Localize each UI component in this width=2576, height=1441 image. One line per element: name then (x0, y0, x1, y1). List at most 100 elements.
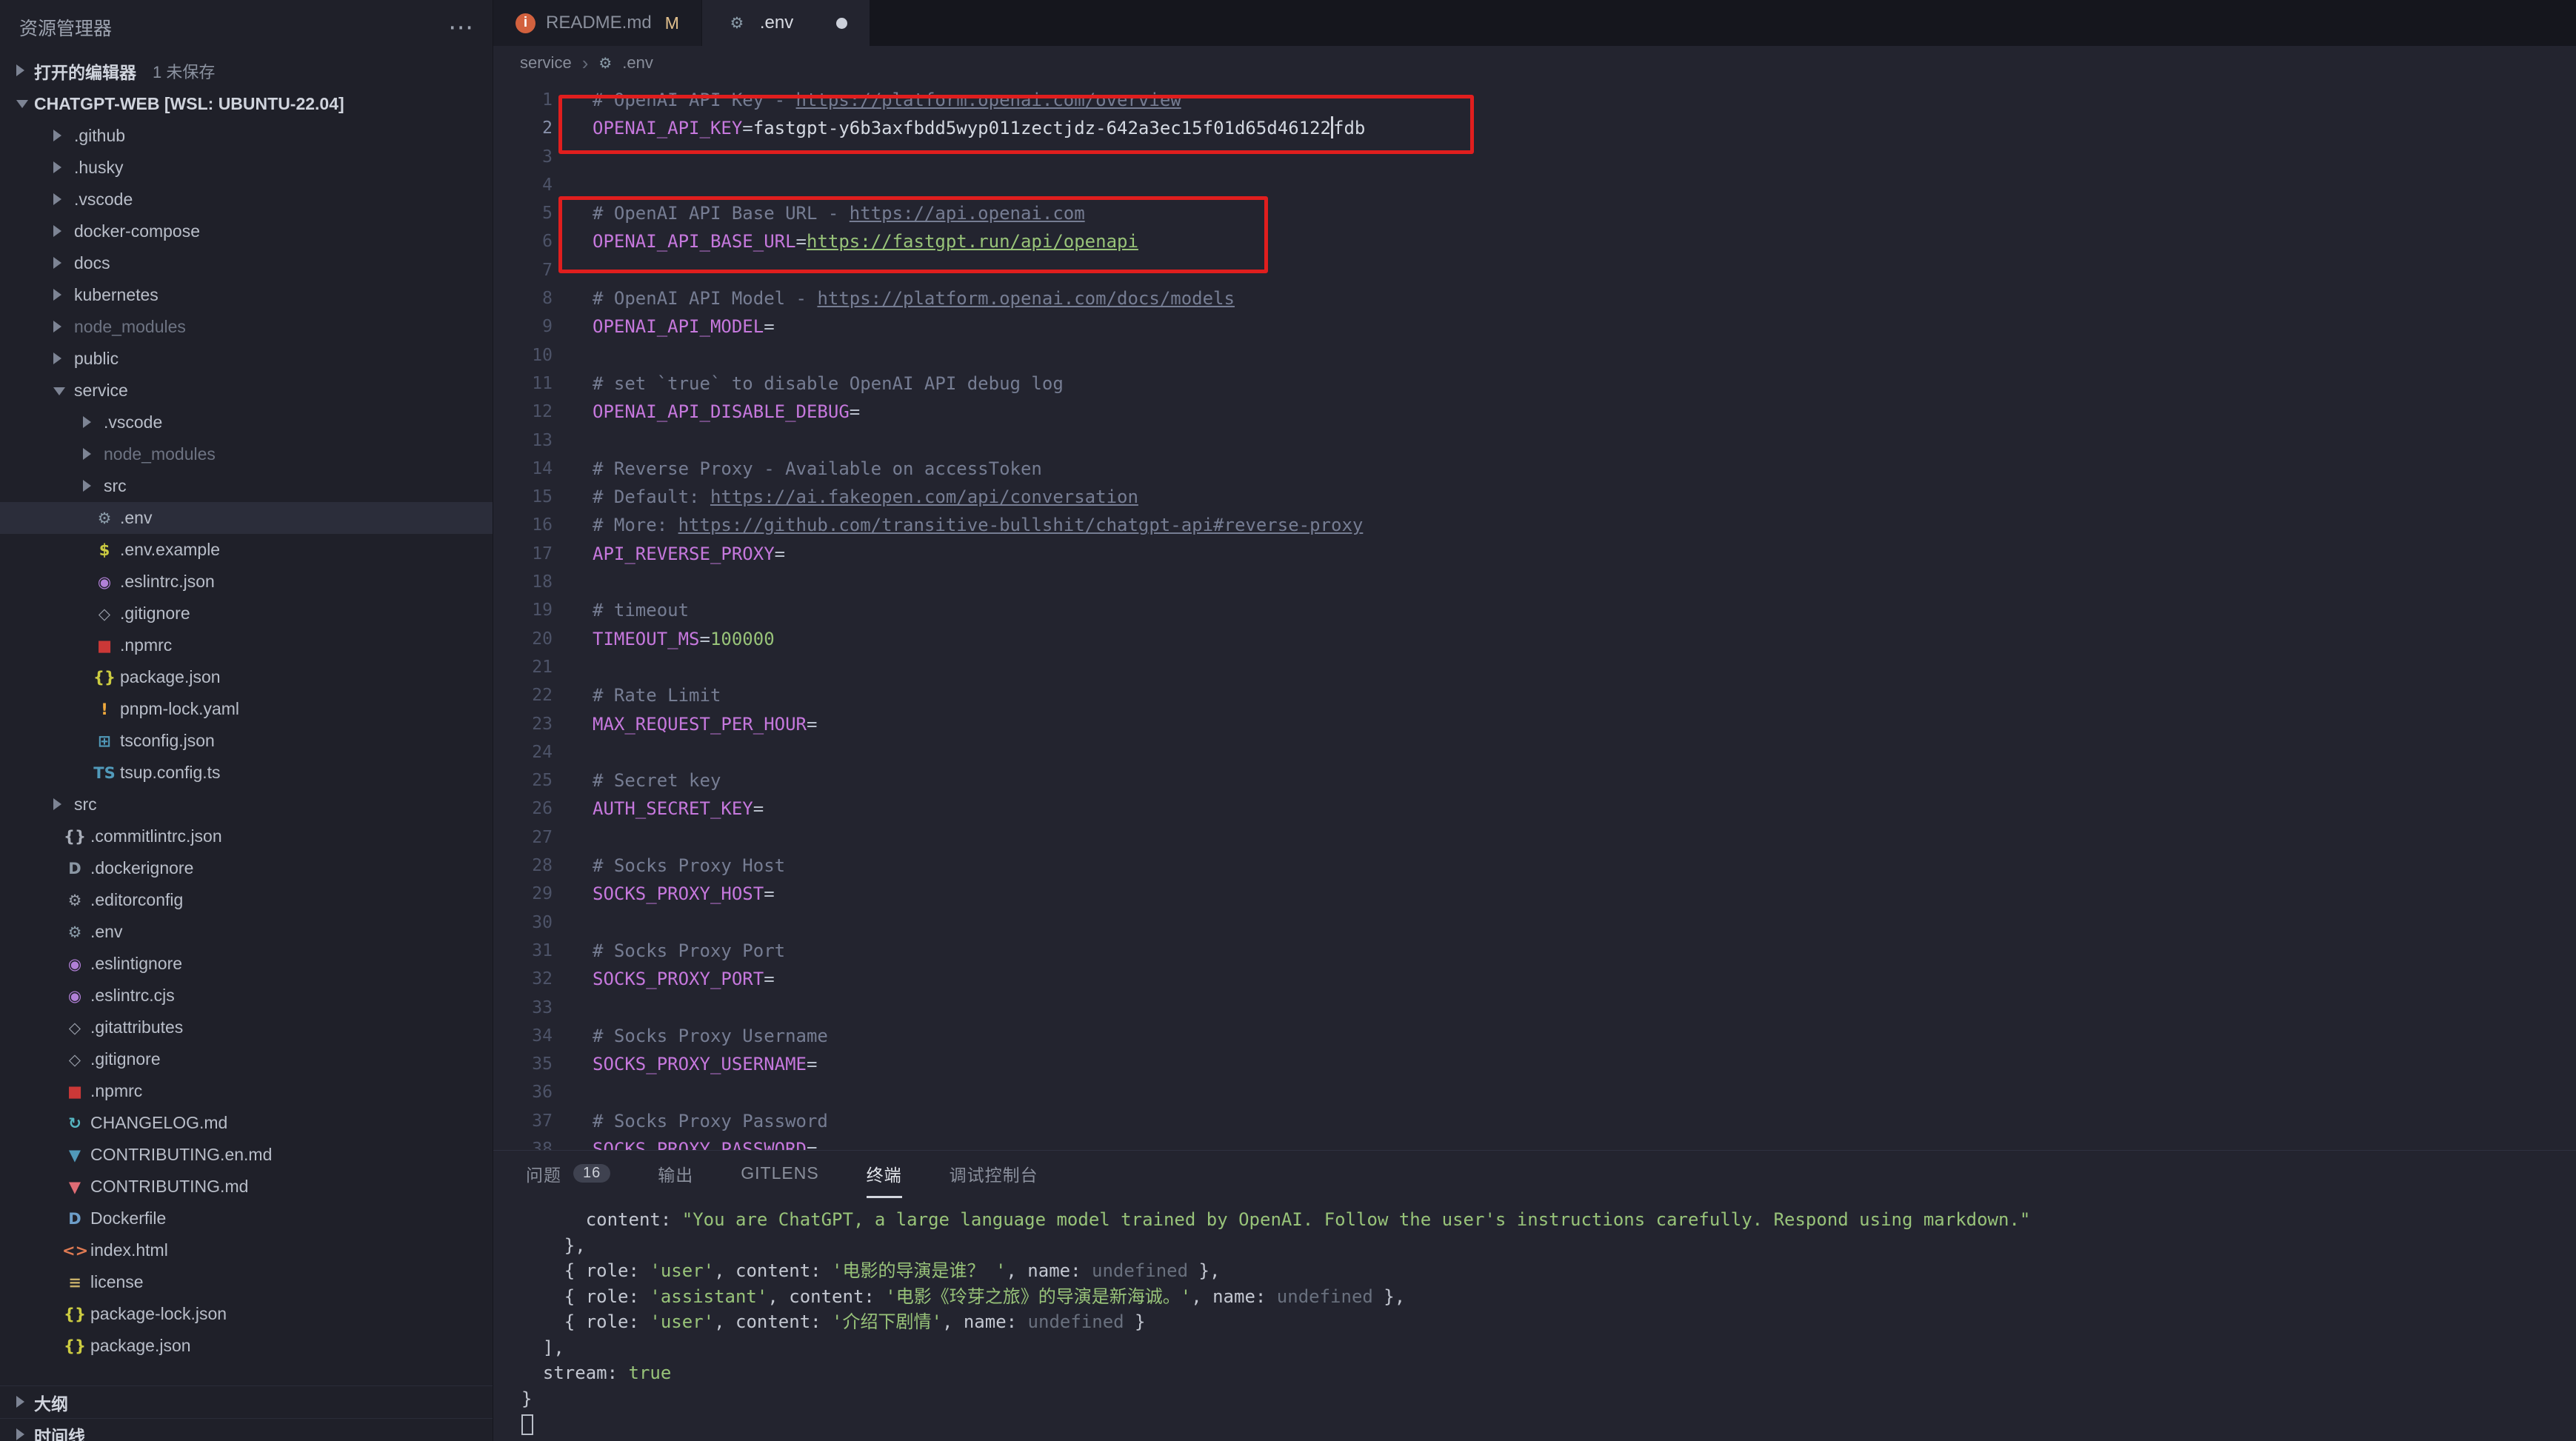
tree-file-.gitignore[interactable]: ◇.gitignore (0, 1043, 493, 1075)
tree-folder-public[interactable]: public (0, 343, 493, 375)
editor-line-13[interactable]: 13 (493, 427, 2576, 455)
editor-line-30[interactable]: 30 (493, 909, 2576, 937)
tree-folder-kubernetes[interactable]: kubernetes (0, 279, 493, 311)
tree-file-.eslintrc.json[interactable]: ◉.eslintrc.json (0, 566, 493, 598)
timeline-section[interactable]: 时间线 (0, 1418, 493, 1441)
tree-folder-src[interactable]: src (0, 789, 493, 820)
terminal[interactable]: content: "You are ChatGPT, a large langu… (493, 1198, 2576, 1441)
editor-line-33[interactable]: 33 (493, 994, 2576, 1022)
panel-tab-gitlens[interactable]: GITLENS (741, 1151, 818, 1198)
editor-line-14[interactable]: 14# Reverse Proxy - Available on accessT… (493, 455, 2576, 483)
project-root-section[interactable]: CHATGPT-WEB [WSL: UBUNTU-22.04] (0, 87, 493, 120)
breadcrumb-item-service[interactable]: service (520, 53, 572, 73)
editor-line-17[interactable]: 17API_REVERSE_PROXY= (493, 540, 2576, 568)
tree-file-.dockerignore[interactable]: D.dockerignore (0, 852, 493, 884)
tree-file-.eslintignore[interactable]: ◉.eslintignore (0, 948, 493, 980)
editor-line-24[interactable]: 24 (493, 738, 2576, 766)
tree-file-CONTRIBUTING.md[interactable]: ▼CONTRIBUTING.md (0, 1171, 493, 1203)
outline-section[interactable]: 大纲 (0, 1385, 493, 1418)
editor-line-23[interactable]: 23MAX_REQUEST_PER_HOUR= (493, 710, 2576, 738)
tree-file-.env[interactable]: ⚙.env (0, 502, 493, 534)
editor-line-28[interactable]: 28# Socks Proxy Host (493, 852, 2576, 880)
tree-folder-service[interactable]: service (0, 375, 493, 407)
editor-line-18[interactable]: 18 (493, 568, 2576, 596)
chevron-right-icon (49, 311, 71, 343)
terminal-line: { role: 'user', content: '介绍下剧情', name: … (521, 1309, 2576, 1335)
tree-folder-src[interactable]: src (0, 470, 493, 502)
editor-line-3[interactable]: 3 (493, 143, 2576, 171)
breadcrumb-item-env[interactable]: .env (622, 53, 653, 73)
editor-line-25[interactable]: 25# Secret key (493, 766, 2576, 795)
tree-file-.env[interactable]: ⚙.env (0, 916, 493, 948)
more-actions-icon[interactable]: ⋯ (448, 13, 473, 42)
editor-line-2[interactable]: 2OPENAI_API_KEY=fastgpt-y6b3axfbdd5wyp01… (493, 114, 2576, 142)
tree-folder-.vscode[interactable]: .vscode (0, 407, 493, 438)
line-content: # Reverse Proxy - Available on accessTok… (593, 455, 2576, 483)
tree-folder-.vscode[interactable]: .vscode (0, 184, 493, 215)
tree-folder-node_modules[interactable]: node_modules (0, 438, 493, 470)
editor[interactable]: 1# OpenAI API Key - https://platform.ope… (493, 80, 2576, 1150)
tree-file-.env.example[interactable]: $.env.example (0, 534, 493, 566)
tree-file-.gitattributes[interactable]: ◇.gitattributes (0, 1012, 493, 1043)
tree-file-tsconfig.json[interactable]: ⊞tsconfig.json (0, 725, 493, 757)
unsaved-dot-icon[interactable] (836, 18, 847, 29)
tree-file-package.json[interactable]: {}package.json (0, 661, 493, 693)
tree-file-.npmrc[interactable]: ■.npmrc (0, 629, 493, 661)
editor-line-5[interactable]: 5# OpenAI API Base URL - https://api.ope… (493, 199, 2576, 227)
editor-line-36[interactable]: 36 (493, 1078, 2576, 1106)
tree-file-CHANGELOG.md[interactable]: ↻CHANGELOG.md (0, 1107, 493, 1139)
editor-line-19[interactable]: 19# timeout (493, 596, 2576, 624)
editor-line-26[interactable]: 26AUTH_SECRET_KEY= (493, 795, 2576, 823)
editor-line-9[interactable]: 9OPENAI_API_MODEL= (493, 312, 2576, 341)
editor-line-35[interactable]: 35SOCKS_PROXY_USERNAME= (493, 1050, 2576, 1078)
tree-file-.editorconfig[interactable]: ⚙.editorconfig (0, 884, 493, 916)
editor-line-32[interactable]: 32SOCKS_PROXY_PORT= (493, 965, 2576, 993)
editor-line-31[interactable]: 31# Socks Proxy Port (493, 937, 2576, 965)
chevron-right-icon (12, 1386, 34, 1418)
tree-file-.commitlintrc.json[interactable]: {}.commitlintrc.json (0, 820, 493, 852)
editor-line-10[interactable]: 10 (493, 341, 2576, 370)
editor-line-16[interactable]: 16# More: https://github.com/transitive-… (493, 511, 2576, 539)
tree-file-index.html[interactable]: <>index.html (0, 1234, 493, 1266)
tree-file-CONTRIBUTING.en.md[interactable]: ▼CONTRIBUTING.en.md (0, 1139, 493, 1171)
tree-file-Dockerfile[interactable]: DDockerfile (0, 1203, 493, 1234)
editor-line-1[interactable]: 1# OpenAI API Key - https://platform.ope… (493, 86, 2576, 114)
tab-readme[interactable]: iREADME.mdM (493, 0, 702, 46)
editor-line-15[interactable]: 15# Default: https://ai.fakeopen.com/api… (493, 483, 2576, 511)
panel-tab-output[interactable]: 输出 (658, 1151, 693, 1198)
editor-line-4[interactable]: 4 (493, 171, 2576, 199)
tree-folder-.github[interactable]: .github (0, 120, 493, 152)
tree-folder-node_modules[interactable]: node_modules (0, 311, 493, 343)
tree-file-license[interactable]: ≡license (0, 1266, 493, 1298)
tree-file-.gitignore[interactable]: ◇.gitignore (0, 598, 493, 629)
open-editors-section[interactable]: 打开的编辑器 1 未保存 (0, 55, 493, 87)
editor-line-20[interactable]: 20TIMEOUT_MS=100000 (493, 625, 2576, 653)
editor-line-29[interactable]: 29SOCKS_PROXY_HOST= (493, 880, 2576, 908)
editor-line-27[interactable]: 27 (493, 823, 2576, 852)
panel-tab-debug-console[interactable]: 调试控制台 (950, 1151, 1038, 1198)
tree-folder-docs[interactable]: docs (0, 247, 493, 279)
editor-line-22[interactable]: 22# Rate Limit (493, 681, 2576, 709)
editor-line-11[interactable]: 11# set `true` to disable OpenAI API deb… (493, 370, 2576, 398)
editor-line-12[interactable]: 12OPENAI_API_DISABLE_DEBUG= (493, 398, 2576, 426)
tree-folder-docker-compose[interactable]: docker-compose (0, 215, 493, 247)
editor-line-6[interactable]: 6OPENAI_API_BASE_URL=https://fastgpt.run… (493, 227, 2576, 255)
editor-line-21[interactable]: 21 (493, 653, 2576, 681)
panel-tab-terminal[interactable]: 终端 (867, 1151, 902, 1198)
tab-env[interactable]: ⚙.env (702, 0, 870, 46)
editor-line-34[interactable]: 34# Socks Proxy Username (493, 1022, 2576, 1050)
editor-line-7[interactable]: 7 (493, 256, 2576, 284)
tree-file-package.json[interactable]: {}package.json (0, 1330, 493, 1362)
terminal-line: { role: 'user', content: '电影的导演是谁？ ', na… (521, 1258, 2576, 1284)
editor-line-37[interactable]: 37# Socks Proxy Password (493, 1107, 2576, 1135)
tree-folder-.husky[interactable]: .husky (0, 152, 493, 184)
editor-line-38[interactable]: 38SOCKS_PROXY_PASSWORD= (493, 1135, 2576, 1150)
tree-file-pnpm-lock.yaml[interactable]: !pnpm-lock.yaml (0, 693, 493, 725)
chevron-right-icon (49, 215, 71, 247)
editor-line-8[interactable]: 8# OpenAI API Model - https://platform.o… (493, 284, 2576, 312)
tree-file-.eslintrc.cjs[interactable]: ◉.eslintrc.cjs (0, 980, 493, 1012)
panel-tab-problems[interactable]: 问题16 (526, 1151, 610, 1198)
tree-file-tsup.config.ts[interactable]: TStsup.config.ts (0, 757, 493, 789)
tree-file-package-lock.json[interactable]: {}package-lock.json (0, 1298, 493, 1330)
tree-file-.npmrc[interactable]: ■.npmrc (0, 1075, 493, 1107)
